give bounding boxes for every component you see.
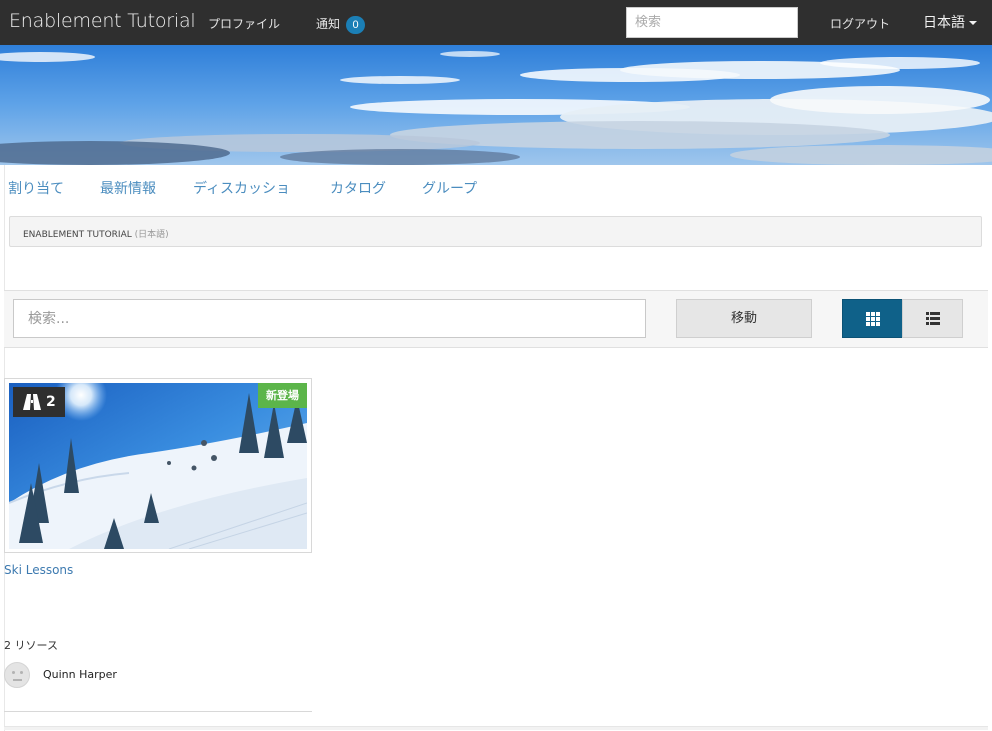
ski-thumbnail-image[interactable]: 2 新登場 [9, 383, 307, 549]
tab-discussions[interactable]: ディスカッショ [193, 178, 290, 198]
resource-count-label: 2 リソース [4, 639, 58, 652]
resource-count: 2 [46, 394, 56, 410]
breadcrumb-lang: (日本語) [134, 230, 169, 240]
avatar-eye [12, 671, 15, 674]
clouds-illustration [0, 45, 992, 165]
chevron-down-icon [969, 21, 977, 25]
notification-count-badge[interactable]: 0 [346, 16, 365, 34]
card-title-link[interactable]: Ski Lessons [4, 563, 73, 577]
catalog-search-input[interactable] [13, 299, 646, 338]
road-icon [23, 394, 41, 410]
breadcrumb-item[interactable]: ENABLEMENT TUTORIAL (日本語) [23, 227, 169, 240]
tab-groups[interactable]: グループ [422, 178, 477, 198]
grid-view-button[interactable] [842, 299, 903, 338]
new-badge: 新登場 [258, 383, 307, 408]
avatar-mouth [13, 679, 22, 681]
profile-link[interactable]: プロファイル [208, 15, 280, 32]
card-divider [4, 711, 312, 712]
tab-assignments[interactable]: 割り当て [8, 178, 64, 198]
page-bottom-divider [4, 726, 988, 730]
list-view-icon [926, 312, 940, 325]
catalog-toolbar: 移動 [4, 290, 988, 348]
brand-title[interactable]: Enablement Tutorial [9, 10, 196, 32]
avatar[interactable] [4, 662, 30, 688]
sky-banner-image [0, 45, 992, 165]
catalog-card[interactable]: 2 新登場 [4, 378, 312, 553]
tab-latest[interactable]: 最新情報 [100, 178, 156, 198]
author-name[interactable]: Quinn Harper [43, 668, 117, 681]
language-dropdown[interactable]: 日本語 [923, 12, 977, 32]
breadcrumb: ENABLEMENT TUTORIAL (日本語) [9, 216, 982, 247]
go-button[interactable]: 移動 [676, 299, 812, 338]
grid-view-icon [866, 312, 880, 326]
language-label: 日本語 [923, 15, 965, 31]
header-search-input[interactable] [626, 7, 798, 38]
tab-catalog[interactable]: カタログ [330, 178, 386, 198]
avatar-eye [20, 671, 23, 674]
list-view-button[interactable] [902, 299, 963, 338]
logout-link[interactable]: ログアウト [830, 15, 890, 32]
notifications-link[interactable]: 通知 [316, 15, 340, 32]
breadcrumb-title: ENABLEMENT TUTORIAL [23, 230, 132, 240]
top-navbar: Enablement Tutorial プロファイル 通知 0 ログアウト 日本… [0, 0, 992, 45]
resource-count-badge: 2 [13, 387, 65, 417]
